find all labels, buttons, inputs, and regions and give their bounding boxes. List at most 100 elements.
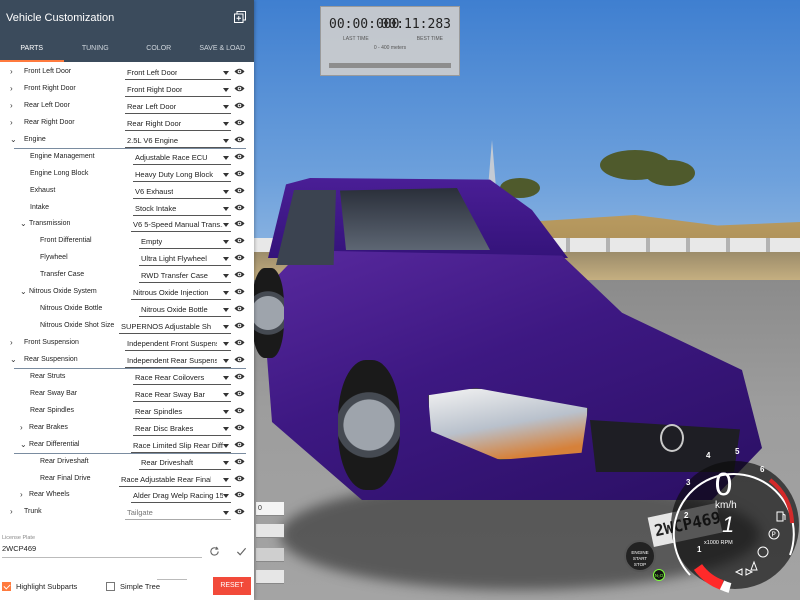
part-select[interactable]: Ultra Light Flywheel	[139, 252, 231, 267]
visibility-eye-icon[interactable]	[234, 304, 245, 313]
part-select[interactable]: Tailgate	[125, 506, 231, 521]
part-select[interactable]: V6 5-Speed Manual Trans...	[131, 218, 231, 233]
engine-start-button[interactable]: ENGINE START STOP	[624, 540, 656, 572]
part-row[interactable]: › Rear Left Door Rear Left Door	[0, 98, 254, 115]
chevron-right-icon[interactable]: ›	[10, 507, 18, 517]
visibility-eye-icon[interactable]	[234, 236, 245, 245]
copy-icon[interactable]	[234, 11, 246, 23]
part-row[interactable]: Rear Struts Race Rear Coilovers	[0, 369, 254, 386]
tab-tuning[interactable]: TUNING	[64, 40, 128, 62]
chevron-right-icon[interactable]: ›	[10, 118, 18, 128]
part-select[interactable]: Independent Front Suspension	[125, 337, 231, 351]
part-row[interactable]: Rear Driveshaft Rear Driveshaft	[0, 454, 254, 471]
chevron-down-icon[interactable]: ⌄	[10, 135, 18, 145]
part-row[interactable]: Rear Spindles Rear Spindles	[0, 403, 254, 420]
part-select[interactable]: Race Rear Sway Bar	[133, 388, 231, 402]
part-row[interactable]: › Trunk Tailgate	[0, 504, 254, 521]
chevron-down-icon[interactable]: ⌄	[20, 440, 28, 450]
part-row[interactable]: ⌄ Nitrous Oxide System Nitrous Oxide Injec…	[0, 284, 254, 301]
visibility-eye-icon[interactable]	[234, 253, 245, 262]
editor-field[interactable]: 0	[256, 502, 284, 516]
part-select[interactable]: Heavy Duty Long Block	[133, 168, 231, 182]
refresh-icon[interactable]	[209, 546, 220, 557]
chevron-down-icon[interactable]: ⌄	[20, 219, 28, 229]
license-plate-input[interactable]: 2WCP469	[2, 544, 202, 558]
part-row[interactable]: Nitrous Oxide Bottle Nitrous Oxide Bottle	[0, 301, 254, 318]
mini-select[interactable]	[157, 572, 187, 580]
part-select[interactable]: SUPERNOS Adjustable Shot Size	[119, 320, 231, 335]
part-row[interactable]: › Front Left Door Front Left Door	[0, 64, 254, 81]
visibility-eye-icon[interactable]	[234, 287, 245, 296]
visibility-eye-icon[interactable]	[234, 423, 245, 432]
part-select[interactable]: 2.5L V6 Engine	[125, 134, 231, 148]
visibility-eye-icon[interactable]	[234, 219, 245, 228]
part-select[interactable]: Nitrous Oxide Injection	[131, 286, 231, 301]
reset-button[interactable]: RESET	[213, 577, 251, 595]
simple-tree-checkbox[interactable]	[106, 582, 115, 591]
editor-field[interactable]	[256, 548, 284, 562]
part-row[interactable]: ⌄ Rear Suspension Independent Rear Suspens…	[0, 352, 254, 369]
visibility-eye-icon[interactable]	[234, 169, 245, 178]
visibility-eye-icon[interactable]	[234, 355, 245, 364]
part-select[interactable]: Adjustable Race ECU	[133, 151, 231, 165]
chevron-down-icon[interactable]: ⌄	[20, 287, 28, 297]
part-select[interactable]: Rear Right Door	[125, 117, 231, 131]
visibility-eye-icon[interactable]	[234, 490, 245, 499]
visibility-eye-icon[interactable]	[234, 440, 245, 449]
visibility-eye-icon[interactable]	[234, 67, 245, 76]
chevron-right-icon[interactable]: ›	[10, 101, 18, 111]
part-select[interactable]: Independent Rear Suspension	[125, 354, 231, 368]
highlight-subparts-checkbox[interactable]	[2, 582, 11, 591]
part-row[interactable]: Engine Management Adjustable Race ECU	[0, 149, 254, 166]
visibility-eye-icon[interactable]	[234, 507, 245, 516]
chevron-right-icon[interactable]: ›	[20, 423, 28, 433]
part-row[interactable]: Intake Stock Intake	[0, 200, 254, 217]
part-select[interactable]: Stock Intake	[133, 202, 231, 216]
tab-save-load[interactable]: SAVE & LOAD	[191, 40, 255, 62]
part-select[interactable]: Front Left Door	[125, 66, 231, 80]
visibility-eye-icon[interactable]	[234, 457, 245, 466]
part-row[interactable]: › Front Right Door Front Right Door	[0, 81, 254, 98]
part-select[interactable]: Race Rear Coilovers	[133, 371, 231, 385]
part-select[interactable]: Race Adjustable Rear Final Drive	[119, 473, 231, 487]
visibility-eye-icon[interactable]	[234, 389, 245, 398]
part-row[interactable]: Exhaust V6 Exhaust	[0, 183, 254, 200]
part-select[interactable]: RWD Transfer Case	[139, 269, 231, 284]
part-row[interactable]: › Rear Brakes Rear Disc Brakes	[0, 420, 254, 437]
part-row[interactable]: ⌄ Transmission V6 5-Speed Manual Trans...	[0, 216, 254, 233]
part-row[interactable]: Transfer Case RWD Transfer Case	[0, 267, 254, 284]
visibility-eye-icon[interactable]	[234, 186, 245, 195]
visibility-eye-icon[interactable]	[234, 406, 245, 415]
part-select[interactable]: Front Right Door	[125, 83, 231, 97]
chevron-down-icon[interactable]: ⌄	[10, 355, 18, 365]
part-select[interactable]: Empty	[139, 235, 231, 250]
chevron-right-icon[interactable]: ›	[20, 490, 28, 500]
part-row[interactable]: Flywheel Ultra Light Flywheel	[0, 250, 254, 267]
part-select[interactable]: V6 Exhaust	[133, 185, 231, 199]
part-row[interactable]: ⌄ Engine 2.5L V6 Engine	[0, 132, 254, 149]
tab-parts[interactable]: PARTS	[0, 40, 64, 62]
visibility-eye-icon[interactable]	[234, 203, 245, 212]
part-select[interactable]: Nitrous Oxide Bottle	[139, 303, 231, 318]
part-row[interactable]: › Rear Right Door Rear Right Door	[0, 115, 254, 132]
part-row[interactable]: › Front Suspension Independent Front Suspe…	[0, 335, 254, 352]
tab-color[interactable]: COLOR	[127, 40, 191, 62]
part-row[interactable]: Rear Final Drive Race Adjustable Rear Fin…	[0, 471, 254, 488]
visibility-eye-icon[interactable]	[234, 152, 245, 161]
visibility-eye-icon[interactable]	[234, 270, 245, 279]
chevron-right-icon[interactable]: ›	[10, 84, 18, 94]
part-row[interactable]: Engine Long Block Heavy Duty Long Block	[0, 166, 254, 183]
visibility-eye-icon[interactable]	[234, 101, 245, 110]
part-select[interactable]: Rear Disc Brakes	[133, 422, 231, 436]
editor-field[interactable]	[256, 570, 284, 584]
chevron-right-icon[interactable]: ›	[10, 338, 18, 348]
part-row[interactable]: Nitrous Oxide Shot Size SUPERNOS Adjustab…	[0, 318, 254, 335]
part-select[interactable]: Alder Drag Welp Racing 15...	[131, 489, 231, 504]
part-select[interactable]: Rear Spindles	[133, 405, 231, 419]
chevron-right-icon[interactable]: ›	[10, 67, 18, 77]
part-row[interactable]: › Rear Wheels Alder Drag Welp Racing 15...	[0, 487, 254, 504]
visibility-eye-icon[interactable]	[234, 321, 245, 330]
part-select[interactable]: Rear Left Door	[125, 100, 231, 114]
visibility-eye-icon[interactable]	[234, 118, 245, 127]
part-row[interactable]: ⌄ Rear Differential Race Limited Slip Rear…	[0, 437, 254, 454]
